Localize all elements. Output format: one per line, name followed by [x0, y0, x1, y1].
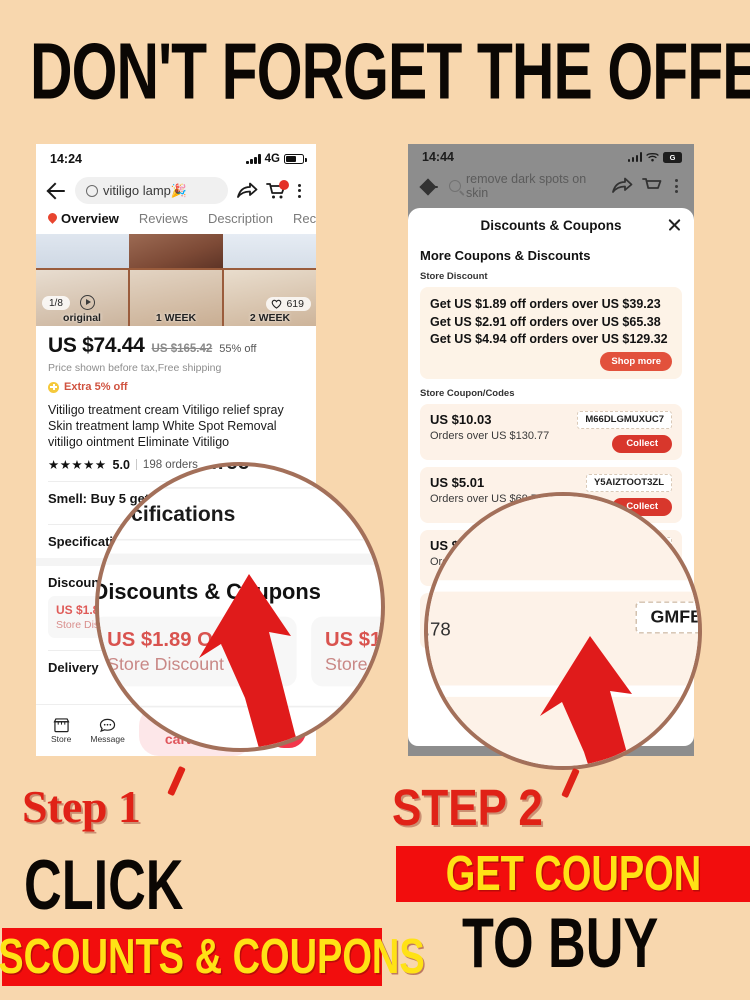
collect-button[interactable]: Collect [612, 434, 672, 453]
cart-icon[interactable] [266, 179, 289, 200]
status-time: 14:24 [50, 152, 82, 166]
more-options-icon[interactable] [671, 179, 682, 193]
more-options-icon[interactable] [294, 183, 305, 198]
zoom-coupon-row: 69.74 Y5AIZTOOT3ZL Collect [428, 496, 698, 581]
cart-badge [279, 179, 289, 190]
tab-description[interactable]: Description [208, 211, 273, 226]
heart-icon [271, 299, 282, 309]
step-2-label: STEP 2 [392, 780, 543, 837]
close-icon[interactable] [667, 217, 682, 232]
tick-mark-icon [167, 765, 186, 797]
battery-icon: G [663, 151, 682, 163]
zoom-coupon-code[interactable]: Y5AIZTOOT3ZL [648, 496, 698, 529]
search-input[interactable]: remove dark spots on skin [449, 172, 602, 200]
discount-line: Get US $1.89 off orders over US $39.23 [430, 297, 661, 311]
shop-more-button[interactable]: Shop more [600, 351, 672, 371]
tab-reviews[interactable]: Reviews [139, 211, 188, 226]
zoom-collect-button[interactable]: Collect [697, 641, 698, 676]
star-icons: ★★★★★ [48, 458, 107, 472]
gallery-cell[interactable]: 1/8 original [36, 270, 130, 326]
discounts-coupons-banner: DISCOUNTS & COUPONS [0, 928, 424, 986]
step-1-label: Step 1 [22, 781, 141, 832]
sheet-subtitle: More Coupons & Discounts [420, 248, 591, 263]
pointer-arrow-icon [187, 574, 317, 748]
coupon-row: US $10.03 Orders over US $130.77 M66DLGM… [420, 403, 682, 460]
sheet-title: Discounts & Coupons [408, 208, 694, 242]
price-note: Price shown before tax,Free shipping [48, 362, 222, 374]
magnifier-right: 69.74 Y5AIZTOOT3ZL Collect S $37.78 GMFB… [424, 492, 702, 770]
status-time: 14:44 [422, 150, 454, 164]
back-arrow-icon[interactable] [47, 181, 67, 201]
magnifier-left: Buy 5 get 5 free Specifications Discount… [95, 462, 385, 752]
coupon-code[interactable]: M66DLGMUXUC7 [577, 410, 672, 429]
store-discount-box: Get US $1.89 off orders over US $39.23 G… [420, 287, 682, 379]
like-count-badge[interactable]: 619 [266, 297, 311, 311]
network-label: 4G [264, 153, 280, 165]
extra-discount-badge: Extra 5% off [48, 381, 304, 393]
zoom-coupon-card[interactable]: US $10.03 Off Store Coupon [310, 616, 381, 687]
search-icon [449, 180, 461, 192]
status-bar: 14:44 G [408, 144, 694, 170]
battery-icon [284, 153, 307, 165]
zoom-coupon-code[interactable]: GMFBQI7OOM86 [635, 601, 698, 634]
discount-line: Get US $4.94 off orders over US $129.32 [430, 332, 668, 346]
coupon-code[interactable]: Y5AIZTOOT3ZL [585, 473, 672, 492]
plus-icon [48, 381, 59, 393]
zoom-coupon-code[interactable]: 5K0J9E6Y [693, 706, 698, 739]
zoom-collect-button[interactable]: Collect [697, 536, 698, 571]
search-input[interactable]: vitiligo lamp🎉 [75, 177, 228, 204]
signal-icon [627, 152, 642, 162]
wifi-icon [646, 152, 659, 162]
zoom-collect-button[interactable]: Collect [697, 747, 698, 766]
store-discount-label: Store Discount [420, 271, 488, 282]
search-query: remove dark spots on skin [466, 172, 587, 200]
search-row: remove dark spots on skin [408, 170, 694, 207]
zoom-row-label: Specifications [95, 501, 236, 526]
search-icon [86, 184, 98, 197]
to-buy-label: TO BUY [462, 903, 659, 983]
price-row: US $74.44 US $165.42 55% off [48, 334, 304, 358]
play-icon[interactable] [80, 295, 95, 310]
tab-overview[interactable]: Overview [48, 211, 119, 226]
product-gallery[interactable]: 1/8 original 1 WEEK 619 2 WEEK [36, 234, 316, 326]
tick-mark-icon [561, 767, 580, 799]
gallery-cell[interactable]: 619 2 WEEK [224, 270, 316, 326]
location-pin-icon [48, 213, 57, 225]
status-bar: 14:24 4G [36, 144, 316, 174]
tab-recommend[interactable]: Reco [293, 211, 316, 226]
share-icon[interactable] [611, 176, 633, 196]
gallery-cell[interactable]: 1 WEEK [130, 270, 224, 326]
search-row: vitiligo lamp🎉 [36, 174, 316, 210]
pointer-arrow-icon [528, 636, 658, 766]
click-label: CLICK [24, 845, 184, 925]
cart-icon[interactable] [642, 177, 662, 195]
current-price: US $74.44 [48, 334, 145, 357]
discount-line: Get US $2.91 off orders over US $65.38 [430, 314, 661, 329]
search-query: vitiligo lamp🎉 [103, 182, 188, 198]
original-price: US $165.42 [151, 343, 213, 355]
gallery-index: 1/8 [42, 296, 70, 310]
store-coupon-label: Store Coupon/Codes [420, 387, 515, 399]
get-coupon-banner: GET COUPON [396, 846, 750, 902]
discount-percent: 55% off [219, 343, 257, 355]
page-title: DON'T FORGET THE OFFERS [30, 25, 750, 116]
share-icon[interactable] [236, 181, 258, 201]
signal-icon [246, 154, 261, 164]
tab-bar: Overview Reviews Description Reco [36, 210, 316, 234]
back-arrow-icon[interactable] [420, 176, 440, 196]
store-button[interactable]: Store [46, 717, 76, 744]
product-title: Vitiligo treatment cream Vitiligo relief… [48, 403, 284, 449]
